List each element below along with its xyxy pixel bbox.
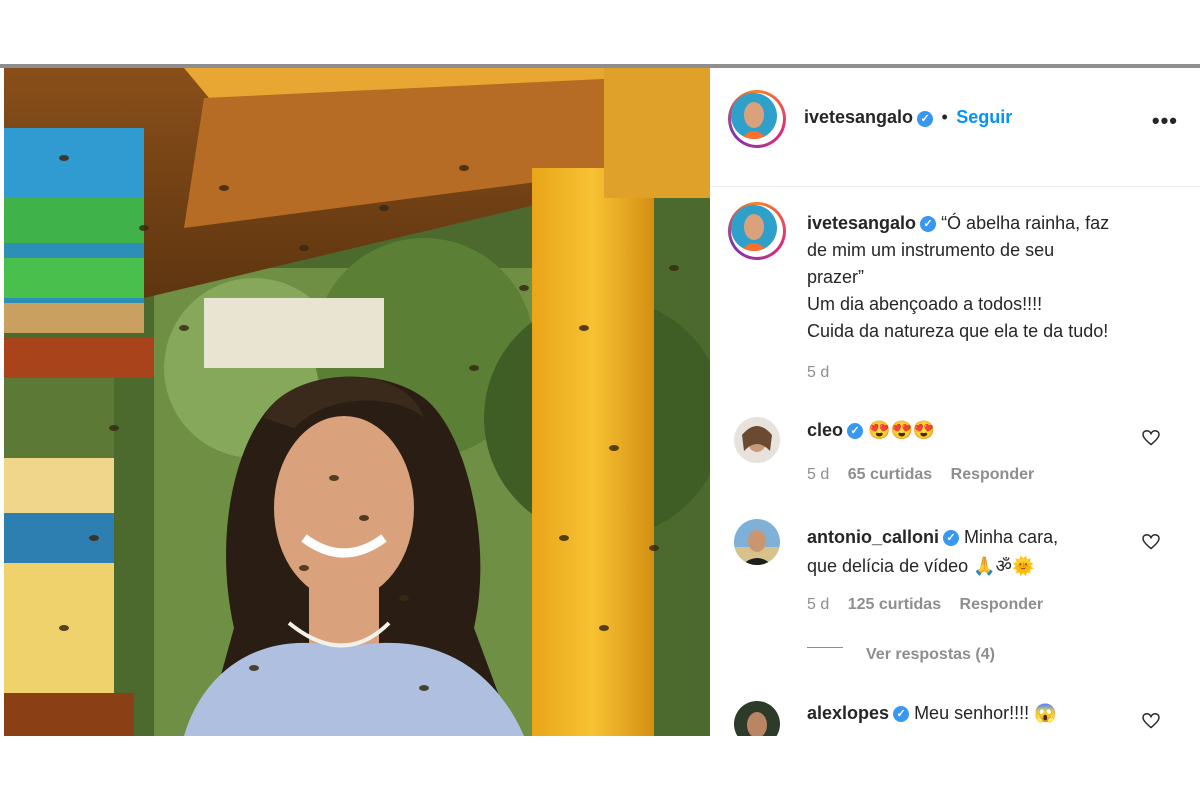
- replies-divider: [807, 647, 843, 648]
- post-header: ivetesangalo ✓ • Seguir •••: [710, 68, 1200, 187]
- caption-line-4: Um dia abençoado a todos!!!!: [807, 294, 1043, 314]
- caption-avatar[interactable]: [728, 202, 786, 260]
- comment-cleo: cleo ✓ 😍😍😍: [807, 420, 935, 441]
- comment-text-line-2: que delícia de vídeo: [807, 556, 969, 576]
- comment-meta-antonio: 5 d 125 curtidas Responder: [807, 596, 1043, 614]
- more-options-icon[interactable]: •••: [1152, 108, 1178, 134]
- post-video-frame: [4, 68, 710, 736]
- view-replies-button[interactable]: Ver respostas (4): [866, 646, 995, 664]
- caption-line-2: de mim um instrumento de seu: [807, 240, 1055, 260]
- separator-dot: •: [941, 107, 948, 127]
- caption-timestamp[interactable]: 5 d: [807, 364, 829, 382]
- comment-avatar-antonio[interactable]: [734, 519, 780, 565]
- comment-meta-cleo: 5 d 65 curtidas Responder: [807, 466, 1034, 484]
- like-heart-icon[interactable]: [1142, 713, 1160, 729]
- caption-line-3: prazer”: [807, 267, 865, 287]
- caption-line-5: Cuida da natureza que ela te da tudo!: [807, 321, 1109, 341]
- comment-time[interactable]: 5 d: [807, 596, 829, 613]
- author-username[interactable]: ivetesangalo: [804, 107, 913, 127]
- like-heart-icon[interactable]: [1142, 534, 1160, 550]
- comment-username-alexlopes[interactable]: alexlopes: [807, 703, 889, 723]
- comment-alexlopes: alexlopes ✓ Meu senhor!!!! 😱: [807, 703, 1057, 724]
- verified-badge-icon: ✓: [920, 216, 937, 233]
- reply-button[interactable]: Responder: [960, 596, 1044, 613]
- caption-line-1: “Ó abelha rainha, faz: [941, 213, 1110, 233]
- comment-username-antonio[interactable]: antonio_calloni: [807, 527, 939, 547]
- follow-button[interactable]: Seguir: [956, 107, 1012, 127]
- comment-text-alexlopes: Meu senhor!!!!: [914, 703, 1030, 723]
- comment-emoji-antonio: 🙏ॐ🌞: [973, 556, 1035, 576]
- comment-likes[interactable]: 125 curtidas: [848, 596, 941, 613]
- verified-badge-icon: ✓: [917, 110, 934, 127]
- caption: ivetesangalo ✓ “Ó abelha rainha, faz de m…: [807, 210, 1187, 345]
- caption-username[interactable]: ivetesangalo: [807, 213, 916, 233]
- comment-text-line-1: Minha cara,: [964, 527, 1059, 547]
- comment-avatar-cleo[interactable]: [734, 417, 780, 463]
- verified-badge-icon: ✓: [893, 706, 910, 723]
- header-user-line: ivetesangalo ✓ • Seguir: [804, 107, 1012, 128]
- verified-badge-icon: ✓: [847, 423, 864, 440]
- comment-antonio: antonio_calloni ✓ Minha cara, que delícia…: [807, 523, 1147, 581]
- like-heart-icon[interactable]: [1142, 430, 1160, 446]
- comment-username-cleo[interactable]: cleo: [807, 420, 843, 440]
- comment-likes[interactable]: 65 curtidas: [848, 466, 932, 483]
- comment-avatar-alexlopes[interactable]: [734, 701, 780, 736]
- post-media[interactable]: [4, 68, 710, 736]
- comment-emoji-cleo: 😍😍😍: [868, 420, 936, 440]
- author-avatar[interactable]: [728, 90, 786, 148]
- verified-badge-icon: ✓: [943, 530, 960, 547]
- post-side-panel: ivetesangalo ✓ • Seguir ••• ivetesangalo ✓…: [710, 68, 1200, 736]
- comment-time[interactable]: 5 d: [807, 466, 829, 483]
- comment-emoji-alexlopes: 😱: [1034, 703, 1057, 723]
- reply-button[interactable]: Responder: [951, 466, 1035, 483]
